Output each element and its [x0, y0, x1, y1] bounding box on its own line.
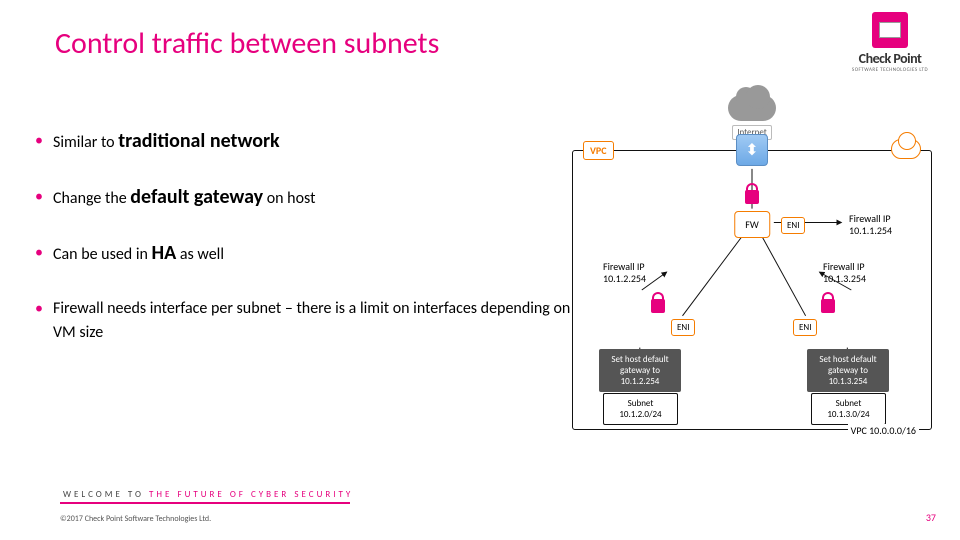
- vpc-tag: VPC: [583, 141, 614, 160]
- lock-icon: [745, 190, 759, 204]
- gateway-note: Set host default gateway to 10.1.2.254: [599, 349, 681, 392]
- subnet-box: Subnet10.1.3.0/24: [811, 393, 886, 425]
- bullet-text: Change the default gateway on host: [53, 186, 315, 210]
- bullet-icon: •: [35, 186, 43, 208]
- firewall-ip-label: Firewall IP10.1.1.254: [849, 213, 892, 237]
- bullet-list: • Similar to traditional network • Chang…: [35, 130, 575, 376]
- bullet-icon: •: [35, 242, 43, 264]
- subnet-box: Subnet10.1.2.0/24: [603, 393, 678, 425]
- eni-box: ENI: [781, 217, 805, 234]
- checkpoint-logo: Check Point SOFTWARE TECHNOLOGIES LTD: [840, 12, 940, 73]
- bullet-icon: •: [35, 298, 43, 320]
- vpc-cidr-label: VPC 10.0.0.0/16: [848, 424, 919, 437]
- logo-mark-icon: [872, 12, 908, 48]
- bullet-text: Firewall needs interface per subnet – th…: [53, 298, 575, 344]
- firewall-ip-label: Firewall IP10.1.2.254: [603, 261, 646, 285]
- list-item: • Can be used in HA as well: [35, 242, 575, 266]
- logo-subtext: SOFTWARE TECHNOLOGIES LTD: [840, 67, 940, 73]
- eni-box: ENI: [793, 319, 817, 336]
- slide-title: Control traffic between subnets: [55, 25, 439, 62]
- vpc-box: VPC FW ENI Firewall IP10.1.1.254 Firew: [572, 150, 932, 430]
- lock-icon: [821, 299, 835, 313]
- bullet-icon: •: [35, 130, 43, 152]
- gateway-icon: [736, 134, 768, 166]
- network-diagram: Internet VPC FW ENI Firewall IP10.1.1.25…: [572, 95, 932, 445]
- firewall-ip-label: Firewall IP10.1.3.254: [823, 261, 866, 285]
- eni-box: ENI: [671, 319, 695, 336]
- list-item: • Firewall needs interface per subnet – …: [35, 298, 575, 344]
- footer-divider: [60, 502, 350, 504]
- list-item: • Change the default gateway on host: [35, 186, 575, 210]
- logo-text: Check Point: [840, 50, 940, 67]
- gateway-note: Set host default gateway to 10.1.3.254: [807, 349, 889, 392]
- list-item: • Similar to traditional network: [35, 130, 575, 154]
- lock-icon: [651, 299, 665, 313]
- page-number: 37: [926, 511, 936, 524]
- footer-tagline: WELCOME TO THE FUTURE OF CYBER SECURITY: [63, 489, 359, 500]
- firewall-box: FW: [734, 211, 770, 238]
- copyright: ©2017 Check Point Software Technologies …: [60, 514, 211, 524]
- bullet-text: Similar to traditional network: [53, 130, 280, 154]
- vpc-cloud-icon: [891, 139, 921, 159]
- bullet-text: Can be used in HA as well: [53, 242, 224, 266]
